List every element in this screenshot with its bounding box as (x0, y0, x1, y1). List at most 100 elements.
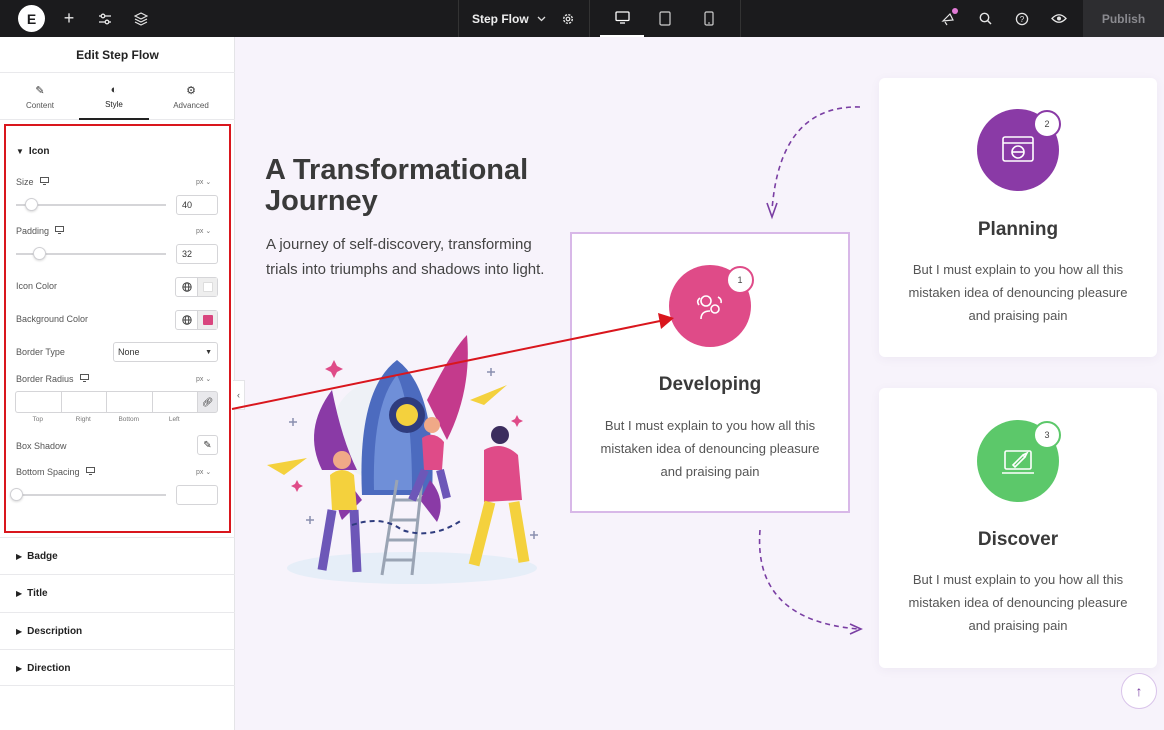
tablet-icon[interactable] (643, 0, 687, 37)
mind-gears-icon (696, 295, 722, 320)
border-type-label: Border Type (16, 347, 65, 357)
separator (458, 0, 459, 37)
caret-right-icon: ▶ (16, 552, 23, 561)
tab-style[interactable]: ◐ Style (79, 74, 149, 120)
edit-pencil-icon[interactable]: ✎ (197, 435, 218, 455)
contrast-icon: ◐ (110, 83, 118, 96)
annotation-arrow (231, 313, 674, 410)
chevron-down-icon (537, 16, 546, 21)
gear-icon: ⚙ (186, 85, 196, 97)
radius-left-input[interactable] (151, 391, 198, 413)
section-direction[interactable]: ▶ Direction (0, 649, 235, 686)
bottom-spacing-slider[interactable] (16, 494, 166, 496)
step-description: But I must explain to you how all this m… (908, 572, 1128, 633)
arrow-up-icon: ↑ (1135, 683, 1143, 699)
top-bar: E + Step Flow ? Publish (0, 0, 1164, 37)
bottom-spacing-label: Bottom Spacing (16, 467, 95, 477)
step-description: But I must explain to you how all this m… (600, 418, 820, 479)
monitor-icon[interactable] (39, 177, 49, 187)
pencil-icon: ✎ (35, 85, 45, 97)
link-values-icon[interactable]: 🔗︎ (197, 391, 218, 413)
bottom-spacing-slider-handle[interactable] (10, 488, 23, 501)
step-card-planning[interactable]: 2 Planning But I must explain to you how… (879, 78, 1157, 357)
search-icon[interactable] (975, 0, 995, 37)
radius-bottom-input[interactable] (106, 391, 152, 413)
panel-title: Edit Step Flow (0, 37, 235, 73)
icon-color-swatch[interactable] (202, 282, 213, 292)
caret-down-icon: ▼ (205, 348, 212, 356)
radius-side-labels: Top Right Bottom Left (32, 416, 180, 423)
add-icon[interactable]: + (58, 0, 80, 37)
size-slider[interactable] (16, 204, 166, 206)
flow-arrow-1 (766, 106, 861, 220)
hero-subtitle: A journey of self-discovery, transformin… (266, 236, 545, 278)
caret-down-icon: ▼ (16, 147, 24, 156)
icon-color-label: Icon Color (16, 281, 58, 291)
tab-advanced[interactable]: ⚙ Advanced (156, 74, 226, 120)
help-icon[interactable]: ? (1012, 0, 1032, 37)
border-radius-unit[interactable]: px ⌄ (196, 375, 211, 383)
browser-globe-icon (1002, 136, 1034, 162)
panel-tabs: ✎ Content ◐ Style ⚙ Advanced (0, 74, 235, 120)
size-label: Size (16, 177, 49, 187)
globe-icon[interactable] (176, 311, 198, 329)
step-number-badge: 2 (1033, 110, 1061, 138)
layers-icon[interactable] (131, 0, 151, 37)
caret-right-icon: ▶ (16, 627, 23, 636)
step-number-badge: 3 (1033, 421, 1061, 449)
elementor-logo[interactable]: E (18, 5, 45, 32)
size-input[interactable]: 40 (176, 195, 218, 215)
border-radius-inputs: 🔗︎ (15, 391, 218, 413)
mobile-icon[interactable] (687, 0, 731, 37)
icon-color-control[interactable] (175, 277, 218, 297)
monitor-icon[interactable] (85, 467, 95, 477)
step-title: Discover (977, 529, 1059, 550)
step-title: Planning (977, 219, 1059, 240)
padding-input[interactable]: 32 (176, 244, 218, 264)
settings-sliders-icon[interactable] (95, 0, 115, 37)
caret-right-icon: ▶ (16, 664, 23, 673)
flow-arrow-2 (758, 529, 863, 635)
tab-content[interactable]: ✎ Content (5, 74, 75, 120)
section-title[interactable]: ▶ Title (0, 574, 235, 611)
background-color-swatch[interactable] (202, 315, 213, 325)
desktop-icon[interactable] (600, 0, 644, 37)
background-color-label: Background Color (16, 314, 89, 324)
globe-icon[interactable] (176, 278, 198, 296)
step-card-discover[interactable]: 3 Discover But I must explain to you how… (879, 388, 1157, 668)
padding-slider-handle[interactable] (32, 247, 46, 260)
notifications-icon[interactable] (937, 0, 959, 37)
gear-icon[interactable] (558, 0, 578, 37)
padding-unit[interactable]: px ⌄ (196, 227, 211, 235)
step-number-badge: 1 (726, 266, 754, 294)
notification-dot (952, 8, 958, 14)
publish-button[interactable]: Publish (1083, 0, 1164, 37)
border-radius-label: Border Radius (16, 374, 89, 384)
page-selector[interactable]: Step Flow (472, 0, 546, 37)
radius-top-input[interactable] (15, 391, 61, 413)
size-slider-handle[interactable] (25, 198, 38, 211)
scroll-to-top-button[interactable]: ↑ (1121, 673, 1157, 709)
padding-label: Padding (16, 226, 65, 236)
monitor-icon[interactable] (55, 226, 65, 236)
radius-right-input[interactable] (60, 391, 107, 413)
preview-eye-icon[interactable] (1049, 0, 1069, 37)
bottom-spacing-unit[interactable]: px ⌄ (196, 468, 211, 476)
svg-text:?: ? (1020, 15, 1025, 24)
caret-right-icon: ▶ (16, 589, 23, 598)
border-type-select[interactable]: None ▼ (113, 342, 218, 362)
monitor-icon[interactable] (79, 374, 89, 384)
bottom-spacing-input[interactable] (176, 485, 218, 505)
size-unit[interactable]: px ⌄ (196, 178, 211, 186)
separator (740, 0, 741, 37)
editor-panel: Edit Step Flow ✎ Content ◐ Style ⚙ Advan… (0, 37, 235, 730)
section-badge[interactable]: ▶ Badge (0, 537, 235, 574)
section-description[interactable]: ▶ Description (0, 612, 235, 649)
background-color-control[interactable] (175, 310, 218, 330)
box-shadow-label: Box Shadow (16, 441, 67, 451)
rocket-laptop-icon (1002, 450, 1034, 474)
section-icon-header[interactable]: ▼ Icon (16, 146, 49, 157)
hero-title: A Transformational Journey (265, 154, 529, 217)
separator (589, 0, 590, 37)
step-description: But I must explain to you how all this m… (908, 262, 1128, 323)
